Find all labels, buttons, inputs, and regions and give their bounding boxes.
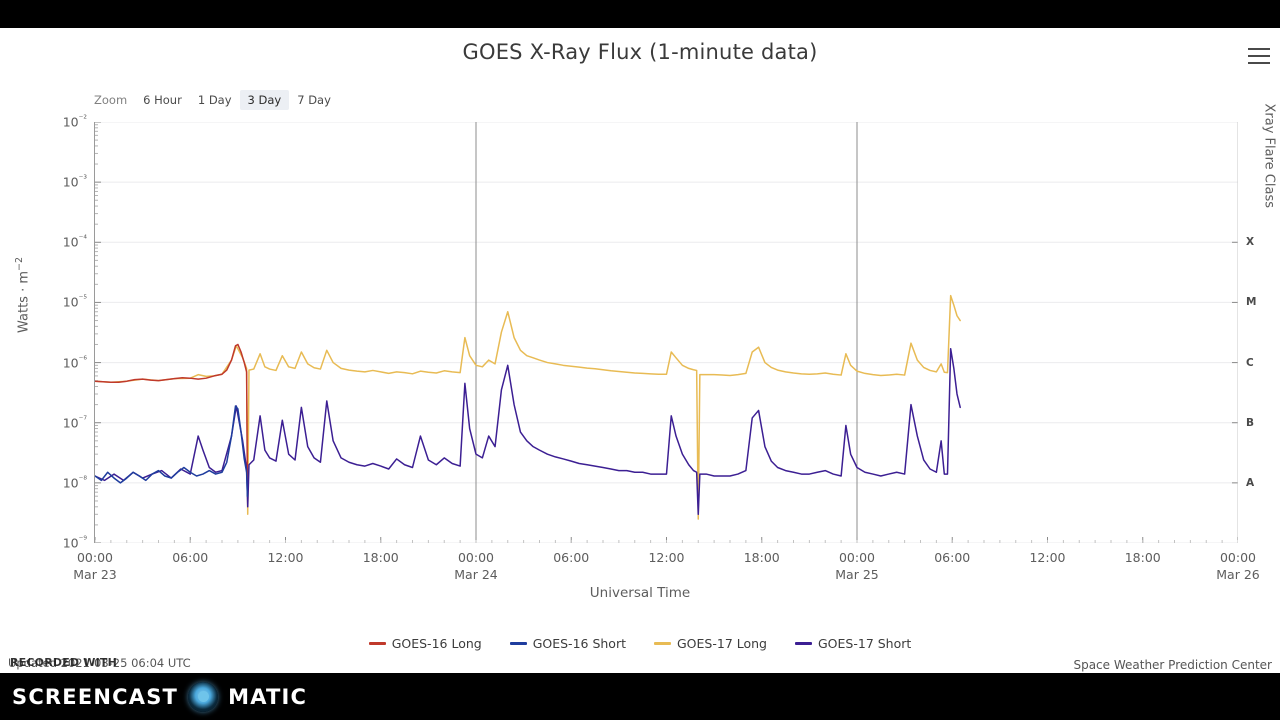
legend-label: GOES-16 Long [391,636,482,651]
zoom-label: Zoom [94,93,128,107]
flare-class-tick-C: C [1246,356,1254,369]
x-axis-tick-label: 18:00 [362,550,399,565]
zoom-button-6-hour[interactable]: 6 Hour [135,90,190,110]
x-axis-tick-label: 12:00 [648,550,685,565]
menu-line-1 [1248,48,1270,50]
legend-label: GOES-17 Long [677,636,767,651]
legend-label: GOES-16 Short [532,636,626,651]
x-axis-tick-label: 00:00 Mar 26 [1216,550,1260,582]
y-axis-tick-label: 10⁻² [62,114,87,130]
page-title: GOES X-Ray Flux (1-minute data) [462,40,818,64]
zoom-control: Zoom 6 Hour 1 Day 3 Day 7 Day [94,90,339,110]
legend-swatch [368,642,386,645]
flare-class-tick-M: M [1246,296,1257,309]
menu-line-2 [1248,55,1270,57]
x-axis-tick-label: 18:00 [743,550,780,565]
zoom-button-7-day[interactable]: 7 Day [289,90,339,110]
legend-swatch [509,642,527,645]
screen-root: GOES X-Ray Flux (1-minute data) Zoom 6 H… [0,0,1280,720]
legend-swatch [795,642,812,645]
letterbox-top [0,0,1280,28]
x-axis-tick-label: 06:00 [553,550,590,565]
hamburger-menu-icon[interactable] [1248,48,1270,64]
y-axis-tick-label: 10⁻⁴ [62,234,87,250]
x-axis-title: Universal Time [589,585,691,601]
menu-line-3 [1248,62,1270,64]
right-axis-title: Xray Flare Class [1261,103,1276,209]
y-axis-tick-label: 10⁻⁸ [62,475,87,491]
screencast-o-matic-watermark-bar: SCREENCAST MATIC [0,673,1280,720]
y-axis-tick-label: 10⁻⁵ [62,294,87,310]
x-axis-tick-label: 18:00 [1124,550,1161,565]
screencast-text-left: SCREENCAST [12,684,179,709]
x-axis-tick-label: 00:00 Mar 24 [454,550,498,582]
x-axis-tick-label: 00:00 Mar 25 [835,550,879,582]
y-axis-tick-label: 10⁻⁶ [62,354,87,371]
legend-item-goes-17-short[interactable]: GOES-17 Short [795,636,911,651]
x-axis-tick-label: 00:00 Mar 23 [73,550,117,582]
y-axis-title: Watts · m−2 [14,256,32,333]
zoom-button-3-day[interactable]: 3 Day [239,90,290,110]
x-axis-tick-label: 12:00 [1029,550,1066,565]
legend-item-goes-17-long[interactable]: GOES-17 Long [654,636,767,651]
screencast-logo-dot [188,681,219,712]
xray-flux-line-chart [95,122,1238,543]
screencast-text-right: MATIC [228,684,308,709]
legend-item-goes-16-short[interactable]: GOES-16 Short [509,636,626,651]
chart-legend: GOES-16 Long GOES-16 Short GOES-17 Long GOE… [0,636,1280,651]
recorded-with-watermark: RECORDED WITH [10,656,118,669]
y-axis-tick-label: 10⁻⁷ [62,415,87,431]
flare-class-tick-X: X [1246,236,1255,249]
legend-item-goes-16-long[interactable]: GOES-16 Long [368,636,482,651]
y-axis-tick-label: 10⁻³ [62,174,87,190]
legend-swatch [654,642,671,645]
source-attribution: Space Weather Prediction Center [1073,658,1272,672]
chart-page: GOES X-Ray Flux (1-minute data) Zoom 6 H… [0,28,1280,673]
x-axis-tick-label: 06:00 [934,550,971,565]
zoom-button-1-day[interactable]: 1 Day [190,90,240,110]
legend-label: GOES-17 Short [818,636,912,651]
x-axis-tick-label: 12:00 [267,550,304,565]
flare-class-tick-A: A [1246,476,1255,489]
plot-area: 10⁻² 10⁻³ 10⁻⁴ 10⁻⁵ 10⁻⁶ 10⁻⁷ 10⁻⁸ 10⁻⁹ X M C B A 00:… [63,114,1260,582]
flare-class-tick-B: B [1246,416,1255,429]
x-axis-tick-label: 06:00 [172,550,209,565]
